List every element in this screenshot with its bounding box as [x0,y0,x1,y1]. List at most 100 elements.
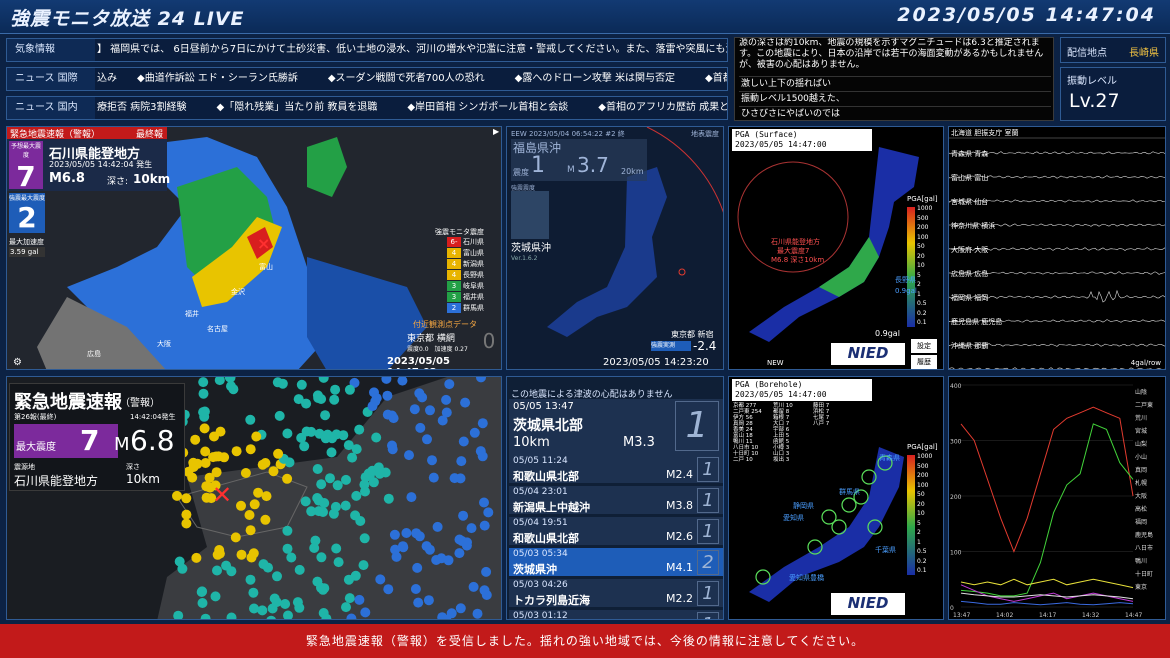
earthquake-row[interactable]: 05/03 04:26 トカラ列島近海 M2.2 1 [509,579,723,608]
legend-pref: 富山県 [463,248,484,258]
intensity-dot [425,405,435,415]
ticker-text: 込み ◆曲道作訴訟 エド・シーラン氏勝訴 ◆スーダン戦闘で死者700人の恐れ ◆… [97,68,728,90]
pga-scale-tick: 0.1 [917,319,927,326]
ticker-international: ニュース 国際 込み ◆曲道作訴訟 エド・シーラン氏勝訴 ◆スーダン戦闘で死者7… [6,67,728,91]
intensity-dot [390,530,400,540]
pref-label: 群馬県 [839,487,860,497]
ticker-label: ニュース 国際 [7,68,95,90]
intensity-dot [441,395,451,405]
row-place: 茨城県沖 [513,561,557,577]
legend-intensity: 4 [447,270,461,280]
history-button[interactable]: 履歴 [911,355,937,369]
intensity-dot [331,502,341,512]
chart-legend-entry: 宮城 [1135,426,1147,435]
chart-legend-entry: 東京 [1135,582,1147,591]
play-icon[interactable]: ▶ [493,127,499,136]
intensity-dot [246,525,256,535]
y-tick-label: 100 [950,550,962,557]
ticker-domestic: ニュース 国内 療拒否 病院3割経験 ◆「隠れ残業」当たり前 教員を退職 ◆岸田… [6,96,728,120]
earthquake-row[interactable]: 05/05 11:24 和歌山県北部 M2.4 1 [509,455,723,484]
intensity-dot [360,533,370,543]
pga-scale-tick: 200 [917,472,928,479]
latest-depth: 10km [513,435,550,450]
city-label: 大阪 [157,339,171,349]
city-label: 名古屋 [207,324,228,334]
chart-series-line [961,407,1133,551]
distribution-box: 配信地点 長崎県 [1060,37,1166,63]
intensity-dot [172,491,182,501]
earthquake-row[interactable]: 05/03 05:34 茨城県沖 M4.1 2 [509,548,723,577]
pga-tag: 0.9gal [895,287,917,295]
chart-legend-entry: 札幌 [1135,478,1147,487]
row-intensity: 1 [697,612,719,620]
row-intensity: 1 [697,581,719,606]
intensity-dot [177,564,187,574]
eew-detail-report: 第26報(最終) [14,412,56,422]
eew-detail-depth-label: 深さ [126,462,140,472]
intensity-dot [375,574,385,584]
row-time: 05/03 04:26 [513,580,568,590]
earthquake-row[interactable]: 05/03 01:12福島県会津M2.31 [509,610,723,620]
waveform-station-label: 富山県 富山 [951,173,988,183]
intensity-dot [444,379,454,389]
pref-label: 千葉県 [875,545,896,555]
ticker-weather: 気象情報 】 福岡県では、 6日昼前から7日にかけて土砂災害、低い土地の浸水、河… [6,38,728,62]
row-intensity: 1 [697,488,719,513]
intensity-dot [245,510,255,520]
row-time: 05/04 19:51 [513,518,568,528]
intensity-dot [460,398,470,408]
pga-scale-tick: 5 [917,520,921,527]
alert-line: 激しい上下の揺ればい [739,76,1051,91]
waveform-station-label: 広島県 広島 [951,269,988,279]
intensity-dot [293,597,303,607]
row-intensity: 1 [697,457,719,482]
map-settings-icon[interactable]: ⚙ [13,357,22,368]
vibration-box: 振動レベル Lv.27 [1060,67,1166,121]
city-label: 福井 [185,309,199,319]
alert-panel: 源の深さは約10km、地震の規模を示すマグニチュードは6.3と推定されます。この… [734,37,1054,121]
intensity-dot [406,492,416,502]
intensity-dot [212,566,222,576]
intensity-dot [282,429,292,439]
intensity-dot [294,394,304,404]
intensity-dot [369,477,379,487]
station-value: -2.4 [693,339,716,353]
intensity-dot [272,597,282,607]
intensity-dot [454,548,464,558]
pga-scale-tick: 50 [917,243,925,250]
city-label: 金沢 [231,287,245,297]
intensity-dot [424,595,434,605]
nearby-stats: 震度0.0 加速度 0.27 [407,344,468,353]
eew-detail-depth: 10km [126,472,160,486]
waveform-station-label: 宮城県 仙台 [951,197,988,207]
intensity-dot [211,591,221,601]
intensity-dot [181,519,191,529]
earthquake-row[interactable]: 05/04 19:51 和歌山県北部 M2.6 1 [509,517,723,546]
chart-legend-entry: 二戸東 [1135,400,1153,409]
pga-scale-tick: 20 [917,253,925,260]
intensity-dot [314,506,324,516]
intensity-dot [198,377,208,387]
pref-label: 愛知県 [783,513,804,523]
eew-top-final: 最終報 [136,127,163,140]
intensity-dot [398,541,408,551]
legend-intensity: 4 [447,248,461,258]
small-timestamp: 2023/05/05 14:23:20 [603,357,709,368]
intensity-dot [384,494,394,504]
observed-intensity-box: 強震最大震度 2 [9,193,45,233]
latest-quake[interactable]: 05/05 13:47 茨城県北部 10km M3.3 1 [509,399,723,455]
eew-detail-epicenter: 石川県能登地方 [14,472,98,489]
chart-legend-entry: 鴨川 [1135,556,1147,565]
intensity-dot [331,544,341,554]
ticker-label: ニュース 国内 [7,97,95,119]
intensity-dot [422,434,432,444]
intensity-dot [316,552,326,562]
settings-button[interactable]: 設定 [911,339,937,353]
intensity-dot [260,515,270,525]
intensity-dot [313,464,323,474]
earthquake-row[interactable]: 05/04 23:01 新潟県上中越沖 M3.8 1 [509,486,723,515]
intensity-dot [320,410,330,420]
bottom-alert-bar: 緊急地震速報（警報）を受信しました。揺れの強い地域では、今後の情報に注意してくだ… [0,624,1170,658]
intensity-dot [275,411,285,421]
intensity-dot [241,468,251,478]
